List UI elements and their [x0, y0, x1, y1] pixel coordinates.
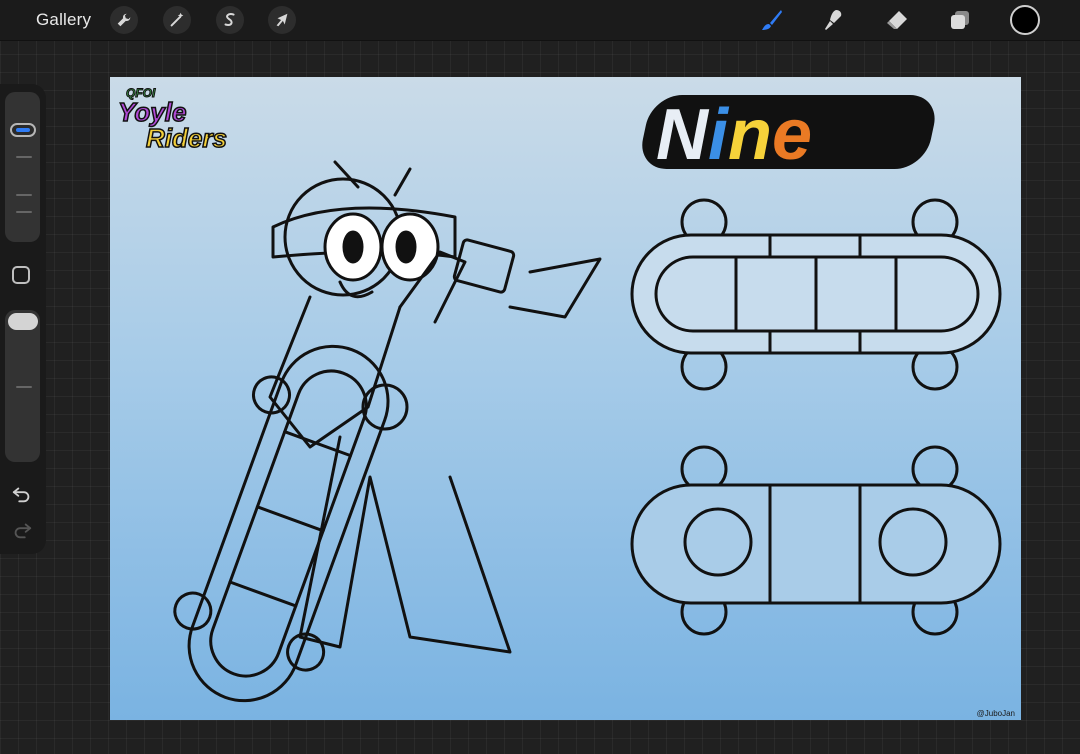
- wrench-icon: [117, 13, 131, 27]
- title-logo: Nine: [642, 95, 935, 175]
- slider-tick: [16, 194, 32, 196]
- actions-button[interactable]: [110, 6, 138, 34]
- title-letter: n: [728, 95, 772, 175]
- gallery-button[interactable]: Gallery: [36, 10, 91, 30]
- artist-credit: @JuboJan: [976, 709, 1015, 718]
- transform-button[interactable]: [268, 6, 296, 34]
- eraser-icon: [887, 11, 907, 29]
- top-toolbar: Gallery: [0, 0, 1080, 41]
- eye-pupil: [395, 230, 417, 264]
- held-hoverboard: [173, 344, 390, 703]
- brush-tool[interactable]: [757, 5, 787, 35]
- undo-button[interactable]: [10, 482, 34, 506]
- redo-icon: [14, 523, 32, 539]
- layers-button[interactable]: [945, 5, 975, 35]
- adjustments-button[interactable]: [163, 6, 191, 34]
- hoverboard-top-view: [630, 198, 1002, 391]
- hand-fingers: [508, 257, 602, 319]
- smudge-icon: [825, 10, 842, 30]
- title-letter: N: [656, 95, 710, 175]
- slider-tick: [16, 156, 32, 158]
- selection-button[interactable]: [216, 6, 244, 34]
- smudge-tool[interactable]: [819, 5, 849, 35]
- opacity-slider[interactable]: [5, 310, 40, 462]
- brand-logo: QFOI Yoyle Riders: [117, 86, 227, 152]
- slider-tick: [16, 211, 32, 213]
- title-letter: i: [708, 95, 730, 175]
- color-picker-button[interactable]: [1010, 5, 1040, 35]
- slider-tick: [16, 386, 32, 388]
- left-sidebar: [0, 84, 46, 554]
- title-letter: e: [772, 95, 812, 175]
- brush-size-handle[interactable]: [10, 123, 36, 137]
- selection-s-icon: [224, 13, 235, 26]
- drawing-canvas[interactable]: QFOI Yoyle Riders Nine @JuboJan: [110, 77, 1021, 720]
- arrow-cursor-icon: [276, 13, 288, 27]
- magic-wand-icon: [170, 12, 184, 27]
- undo-icon: [12, 487, 30, 503]
- modify-button[interactable]: [12, 266, 30, 284]
- brush-icon: [762, 10, 782, 30]
- title-text: Nine: [656, 95, 812, 175]
- brand-logo-line2: Riders: [146, 123, 227, 151]
- brush-size-slider[interactable]: [5, 92, 40, 242]
- redo-button[interactable]: [10, 518, 34, 542]
- opacity-handle[interactable]: [8, 313, 38, 330]
- character-legs: [298, 435, 512, 654]
- hoverboard-bottom-view: [630, 445, 1002, 636]
- eraser-tool[interactable]: [882, 5, 912, 35]
- layers-icon: [951, 11, 969, 29]
- eye-pupil: [342, 230, 364, 264]
